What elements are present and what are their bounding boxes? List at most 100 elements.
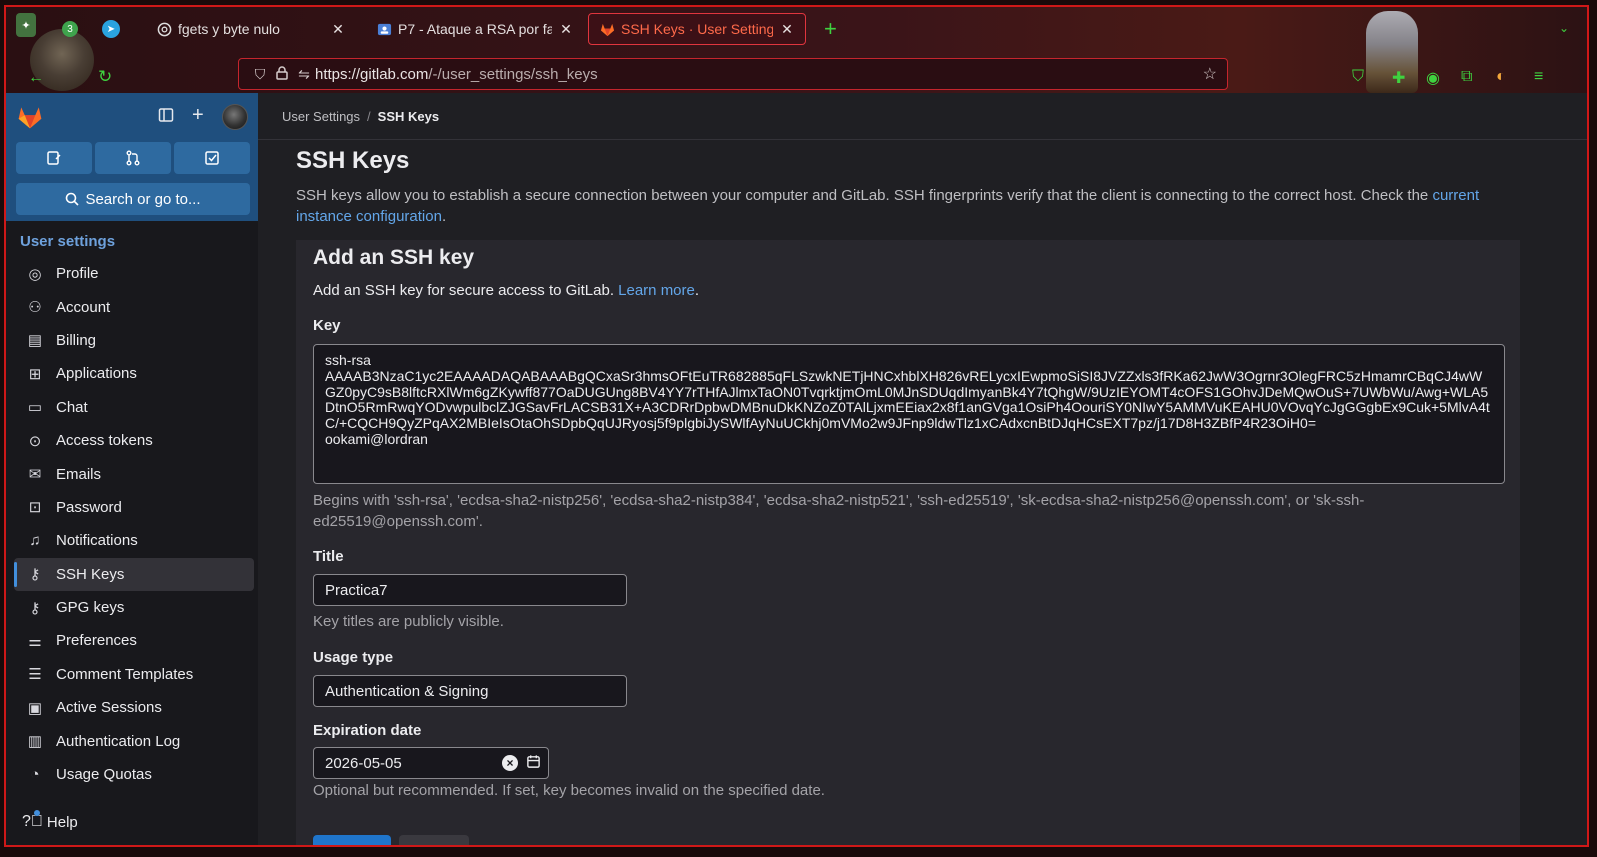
reload-icon[interactable]: ↻ [98, 67, 112, 87]
quota-icon: ◔ [30, 766, 40, 784]
calendar-icon[interactable] [526, 754, 541, 772]
gitlab-logo-icon[interactable] [16, 103, 44, 131]
browser-chrome: ✦ 3 ➤ fgets y byte nulo ✕ P7 - Ataque a … [6, 7, 1587, 93]
sidebar-item-password[interactable]: ⊡ Password [14, 491, 254, 524]
breadcrumb: User Settings / SSH Keys [282, 109, 440, 124]
tab-label: SSH Keys · User Settings · [621, 21, 773, 37]
sidebar-item-billing[interactable]: ▤ Billing [14, 324, 254, 357]
extension-icon[interactable]: ✦ [16, 13, 36, 37]
tab-chatgpt[interactable]: fgets y byte nulo ✕ [146, 13, 356, 45]
divider [258, 139, 1587, 140]
sidebar-item-label: GPG keys [56, 599, 125, 617]
sidebar-item-label: Emails [56, 465, 102, 483]
pocket-icon[interactable]: ⛉ [1352, 68, 1364, 86]
url-path: /-/user_settings/ssh_keys [428, 65, 598, 83]
lock-icon[interactable] [271, 65, 293, 83]
close-icon[interactable]: ✕ [558, 21, 574, 38]
expiration-date-label: Expiration date [313, 722, 422, 739]
telegram-icon[interactable]: ➤ [102, 20, 120, 38]
comment-icon: ☰ [28, 666, 42, 684]
close-icon[interactable]: ✕ [779, 21, 795, 38]
permissions-icon[interactable]: ⇋ [293, 66, 315, 83]
tab-rsa[interactable]: P7 - Ataque a RSA por fact ✕ [366, 13, 584, 45]
breadcrumb-ssh-keys[interactable]: SSH Keys [378, 109, 439, 124]
profile-icon: ◎ [28, 265, 42, 283]
sidebar-item-preferences[interactable]: ⚌ Preferences [14, 624, 254, 657]
back-icon[interactable]: ← [28, 69, 44, 87]
sidebar-item-label: Profile [56, 265, 99, 283]
close-icon[interactable]: ✕ [330, 21, 346, 38]
sidebar-item-authentication-log[interactable]: ▥ Authentication Log [14, 724, 254, 757]
sidebar-toggle-icon[interactable] [158, 107, 174, 128]
plus-icon[interactable]: + [192, 104, 204, 127]
sidebar-item-usage-quotas[interactable]: ◔ Usage Quotas [14, 758, 254, 791]
usage-type-label: Usage type [313, 649, 394, 666]
todo-icon [205, 151, 219, 165]
billing-icon: ▤ [27, 332, 43, 350]
cancel-button[interactable] [399, 835, 469, 845]
address-bar[interactable]: ⛉ ⇋ https://gitlab.com/-/user_settings/s… [238, 58, 1228, 90]
doc-icon [376, 21, 392, 37]
sidebar-section-title[interactable]: User settings [20, 233, 115, 250]
new-tab-icon[interactable]: + [824, 18, 837, 40]
url-host: https://gitlab.com [315, 65, 429, 83]
description-end: . [441, 208, 447, 225]
extensions-puzzle-icon[interactable]: ⧉ [1461, 68, 1472, 86]
sidebar-item-active-sessions[interactable]: ▣ Active Sessions [14, 691, 254, 724]
clear-icon[interactable]: × [502, 755, 518, 771]
merge-request-icon [126, 150, 140, 166]
sidebar-item-chat[interactable]: ▭ Chat [14, 391, 254, 424]
usage-type-select[interactable]: Authentication & Signing [313, 675, 627, 707]
sidebar-item-notifications[interactable]: ♫ Notifications [14, 524, 254, 557]
title-value: Practica7 [325, 581, 388, 599]
key-textarea[interactable]: ssh-rsa AAAAB3NzaC1yc2EAAAADAQABAAABgQCx… [313, 344, 1505, 484]
menu-icon[interactable]: ≡ [1534, 68, 1543, 86]
breadcrumb-user-settings[interactable]: User Settings [282, 109, 360, 124]
sidebar-item-profile[interactable]: ◎ Profile [14, 257, 254, 290]
sidebar-item-label: SSH Keys [56, 565, 125, 583]
issues-button[interactable] [16, 142, 92, 174]
form-description-end: . [694, 282, 700, 299]
help-button[interactable]: ?⃝ Help [22, 810, 78, 831]
add-key-button[interactable] [313, 835, 391, 845]
sidebar-item-access-tokens[interactable]: ⊙ Access tokens [14, 424, 254, 457]
sidebar-item-gpg-keys[interactable]: ⚷ GPG keys [14, 591, 254, 624]
key-label: Key [313, 317, 341, 334]
sidebar-item-label: Chat [56, 398, 88, 416]
main-content: User Settings / SSH Keys SSH Keys SSH keys… [258, 93, 1587, 845]
expiration-date-input[interactable]: 2026-05-05 × [313, 747, 549, 779]
merge-requests-button[interactable] [95, 142, 171, 174]
chevron-down-icon[interactable]: ⌄ [1559, 21, 1569, 35]
sidebar-item-label: Password [56, 498, 122, 516]
tab-ssh-keys[interactable]: SSH Keys · User Settings · ✕ [588, 13, 806, 45]
browser-window: ✦ 3 ➤ fgets y byte nulo ✕ P7 - Ataque a … [4, 5, 1589, 847]
learn-more-link[interactable]: Learn more [618, 282, 695, 299]
extension-icon[interactable]: ✚ [1392, 68, 1405, 88]
gitlab-icon [599, 21, 615, 37]
chat-icon: ▭ [27, 399, 43, 417]
page-description: SSH keys allow you to establish a secure… [296, 185, 1536, 227]
preferences-icon: ⚌ [28, 632, 42, 650]
search-button[interactable]: Search or go to... [16, 183, 250, 215]
log-icon: ▥ [27, 733, 43, 751]
firefox-profile-icon[interactable]: ◐ [1496, 68, 1506, 86]
issues-icon [47, 151, 61, 165]
title-input[interactable]: Practica7 [313, 574, 627, 606]
key-icon: ⚷ [29, 566, 41, 584]
account-icon: ⚇ [28, 299, 42, 317]
sidebar-item-ssh-keys[interactable]: ⚷ SSH Keys [14, 557, 254, 591]
todo-button[interactable] [174, 142, 250, 174]
bookmark-star-icon[interactable]: ☆ [1203, 64, 1217, 84]
sidebar-item-label: Access tokens [56, 432, 153, 450]
help-icon: ?⃝ [22, 810, 43, 831]
sidebar-item-account[interactable]: ⚇ Account [14, 290, 254, 323]
sidebar-item-applications[interactable]: ⊞ Applications [14, 357, 254, 390]
key-icon: ⚷ [29, 599, 41, 617]
account-icon[interactable]: ◉ [1426, 68, 1440, 88]
sidebar-item-emails[interactable]: ✉ Emails [14, 457, 254, 490]
avatar[interactable] [222, 104, 248, 130]
sidebar-item-label: Account [56, 298, 111, 316]
shield-icon[interactable]: ⛉ [249, 66, 271, 83]
sidebar-item-comment-templates[interactable]: ☰ Comment Templates [14, 658, 254, 691]
search-icon [66, 192, 80, 206]
